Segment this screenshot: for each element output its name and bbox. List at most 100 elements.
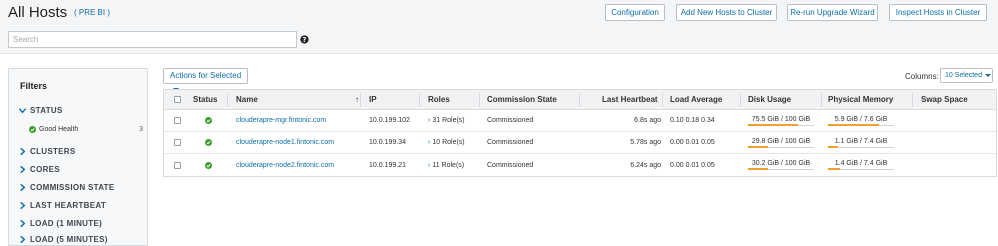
filter-group-load-1-minute[interactable]: LOAD (1 MINUTE) xyxy=(18,219,102,228)
load-average: 0.00 0.01 0.05 xyxy=(670,139,715,146)
disk-usage-text: 29.8 GiB / 100 GiB xyxy=(751,137,811,145)
commission-state: Commissioned xyxy=(487,117,534,124)
memory-usage-bar: 1.4 GiB / 7.4 GiB xyxy=(828,160,894,170)
row-checkbox[interactable] xyxy=(174,139,181,146)
column-header-disk-usage[interactable]: Disk Usage xyxy=(748,90,791,109)
roles-link[interactable]: › 31 Role(s) xyxy=(428,110,465,131)
columns-select-button[interactable]: 10 Selected xyxy=(940,68,993,83)
chevron-right-icon: › xyxy=(428,117,431,124)
host-name-link[interactable]: clouderapre-mgr.fintonic.com xyxy=(236,110,326,131)
check-circle-icon xyxy=(205,139,212,146)
chevron-right-icon xyxy=(20,235,26,244)
memory-usage-fill xyxy=(828,145,838,148)
column-header-name[interactable]: Name xyxy=(236,90,258,109)
top-bar: All Hosts ( PRE BI ) Configuration Add N… xyxy=(0,0,998,54)
filter-option-count: 3 xyxy=(139,126,143,133)
filter-group-load-5-minutes[interactable]: LOAD (5 MINUTES) xyxy=(18,235,108,244)
row-checkbox[interactable] xyxy=(174,161,181,169)
filter-option-good-health[interactable]: Good Health 3 xyxy=(29,126,143,133)
cluster-link[interactable]: ( PRE BI ) xyxy=(74,8,110,17)
disk-usage-fill xyxy=(748,168,768,170)
filter-group-label: CLUSTERS xyxy=(30,147,76,156)
roles-count: 11 Role(s) xyxy=(432,161,465,169)
host-ip: 10.0.199.34 xyxy=(369,139,406,146)
check-circle-icon xyxy=(29,126,36,133)
chevron-down-icon xyxy=(18,108,27,114)
filter-group-label: COMMISSION STATE xyxy=(30,183,115,192)
disk-usage-text: 30.2 GiB / 100 GiB xyxy=(751,160,811,167)
disk-usage-bar: 29.8 GiB / 100 GiB xyxy=(748,138,814,148)
columns-value: 10 Selected xyxy=(945,72,982,79)
chevron-right-icon: › xyxy=(428,139,431,146)
table-row[interactable]: clouderapre-node2.fintonic.com 10.0.199.… xyxy=(164,154,996,176)
select-all-checkbox[interactable] xyxy=(174,96,181,103)
add-hosts-button[interactable]: Add New Hosts to Cluster xyxy=(676,4,777,21)
filter-group-last-heartbeat[interactable]: LAST HEARTBEAT xyxy=(18,201,106,210)
actions-for-selected-button[interactable]: Actions for Selected xyxy=(163,68,248,92)
column-header-ip[interactable]: IP xyxy=(369,90,377,109)
last-heartbeat: 6.24s ago xyxy=(630,161,661,169)
page-title: All Hosts xyxy=(8,4,68,21)
table-header-row: Status Name ↑ IP Roles Commission State … xyxy=(164,90,996,110)
filters-title: Filters xyxy=(20,81,48,91)
disk-usage-bar: 30.2 GiB / 100 GiB xyxy=(748,160,814,170)
filter-group-status[interactable]: STATUS xyxy=(18,106,63,115)
filter-group-cores[interactable]: CORES xyxy=(18,165,60,174)
question-circle-icon[interactable]: ? xyxy=(300,35,309,44)
last-heartbeat: 5.78s ago xyxy=(630,139,661,146)
check-circle-icon xyxy=(205,161,212,169)
load-average: 0.00 0.01 0.05 xyxy=(670,161,715,169)
sort-ascending-icon: ↑ xyxy=(355,95,359,104)
commission-state: Commissioned xyxy=(487,139,534,146)
chevron-right-icon xyxy=(20,183,26,192)
disk-usage-text: 75.5 GiB / 100 GiB xyxy=(751,115,811,123)
search-input[interactable] xyxy=(8,31,297,48)
column-header-roles[interactable]: Roles xyxy=(428,90,450,109)
column-header-commission-state[interactable]: Commission State xyxy=(487,90,557,109)
table-row[interactable]: clouderapre-mgr.fintonic.com 10.0.199.10… xyxy=(164,110,996,132)
svg-text:?: ? xyxy=(303,36,307,44)
caret-down-icon xyxy=(984,73,991,77)
roles-count: 10 Role(s) xyxy=(432,139,465,146)
chevron-right-icon xyxy=(20,165,26,174)
filter-group-label: LOAD (5 MINUTES) xyxy=(30,235,108,244)
load-average: 0.10 0.18 0.34 xyxy=(670,117,715,124)
check-circle-icon xyxy=(205,117,212,124)
memory-usage-text: 1.1 GiB / 7.4 GiB xyxy=(834,137,888,145)
roles-count: 31 Role(s) xyxy=(432,117,465,124)
upgrade-wizard-button[interactable]: Re-run Upgrade Wizard xyxy=(787,4,878,21)
host-name-link[interactable]: clouderapre-node2.fintonic.com xyxy=(236,154,334,176)
filter-group-clusters[interactable]: CLUSTERS xyxy=(18,147,76,156)
memory-usage-bar: 5.9 GiB / 7.6 GiB xyxy=(828,116,894,126)
row-checkbox[interactable] xyxy=(174,117,181,124)
hosts-main: Actions for Selected Columns: 10 Selecte… xyxy=(163,68,998,246)
memory-usage-fill xyxy=(828,168,841,170)
filter-group-commission-state[interactable]: COMMISSION STATE xyxy=(18,183,115,192)
filter-option-label: Good Health xyxy=(39,126,79,133)
table-row[interactable]: clouderapre-node1.fintonic.com 10.0.199.… xyxy=(164,132,996,154)
host-ip: 10.0.199.102 xyxy=(369,117,410,124)
disk-usage-fill xyxy=(748,145,768,148)
configuration-button[interactable]: Configuration xyxy=(605,4,665,21)
columns-label: Columns: xyxy=(905,72,939,81)
column-header-swap-space[interactable]: Swap Space xyxy=(921,90,968,109)
filters-panel: Filters STATUS Good Health 3 CLUSTERS CO… xyxy=(8,68,148,246)
memory-usage-text: 5.9 GiB / 7.6 GiB xyxy=(834,115,888,123)
roles-link[interactable]: › 10 Role(s) xyxy=(428,132,465,153)
disk-usage-bar: 75.5 GiB / 100 GiB xyxy=(748,116,814,126)
column-header-physical-memory[interactable]: Physical Memory xyxy=(828,90,893,109)
filter-group-label: CORES xyxy=(30,165,60,174)
filter-group-label: STATUS xyxy=(30,106,63,115)
actions-label: Actions for Selected xyxy=(170,71,242,80)
commission-state: Commissioned xyxy=(487,161,534,169)
chevron-right-icon: › xyxy=(428,161,431,169)
column-header-last-heartbeat[interactable]: Last Heartbeat xyxy=(602,90,658,109)
inspect-hosts-button[interactable]: Inspect Hosts in Cluster xyxy=(889,4,987,21)
memory-usage-fill xyxy=(828,123,880,126)
host-ip: 10.0.199.21 xyxy=(369,161,406,169)
column-header-status[interactable]: Status xyxy=(193,90,217,109)
column-header-load-average[interactable]: Load Average xyxy=(670,90,722,109)
host-name-link[interactable]: clouderapre-node1.fintonic.com xyxy=(236,132,334,153)
roles-link[interactable]: › 11 Role(s) xyxy=(428,154,464,176)
hosts-table: Status Name ↑ IP Roles Commission State … xyxy=(163,89,997,177)
